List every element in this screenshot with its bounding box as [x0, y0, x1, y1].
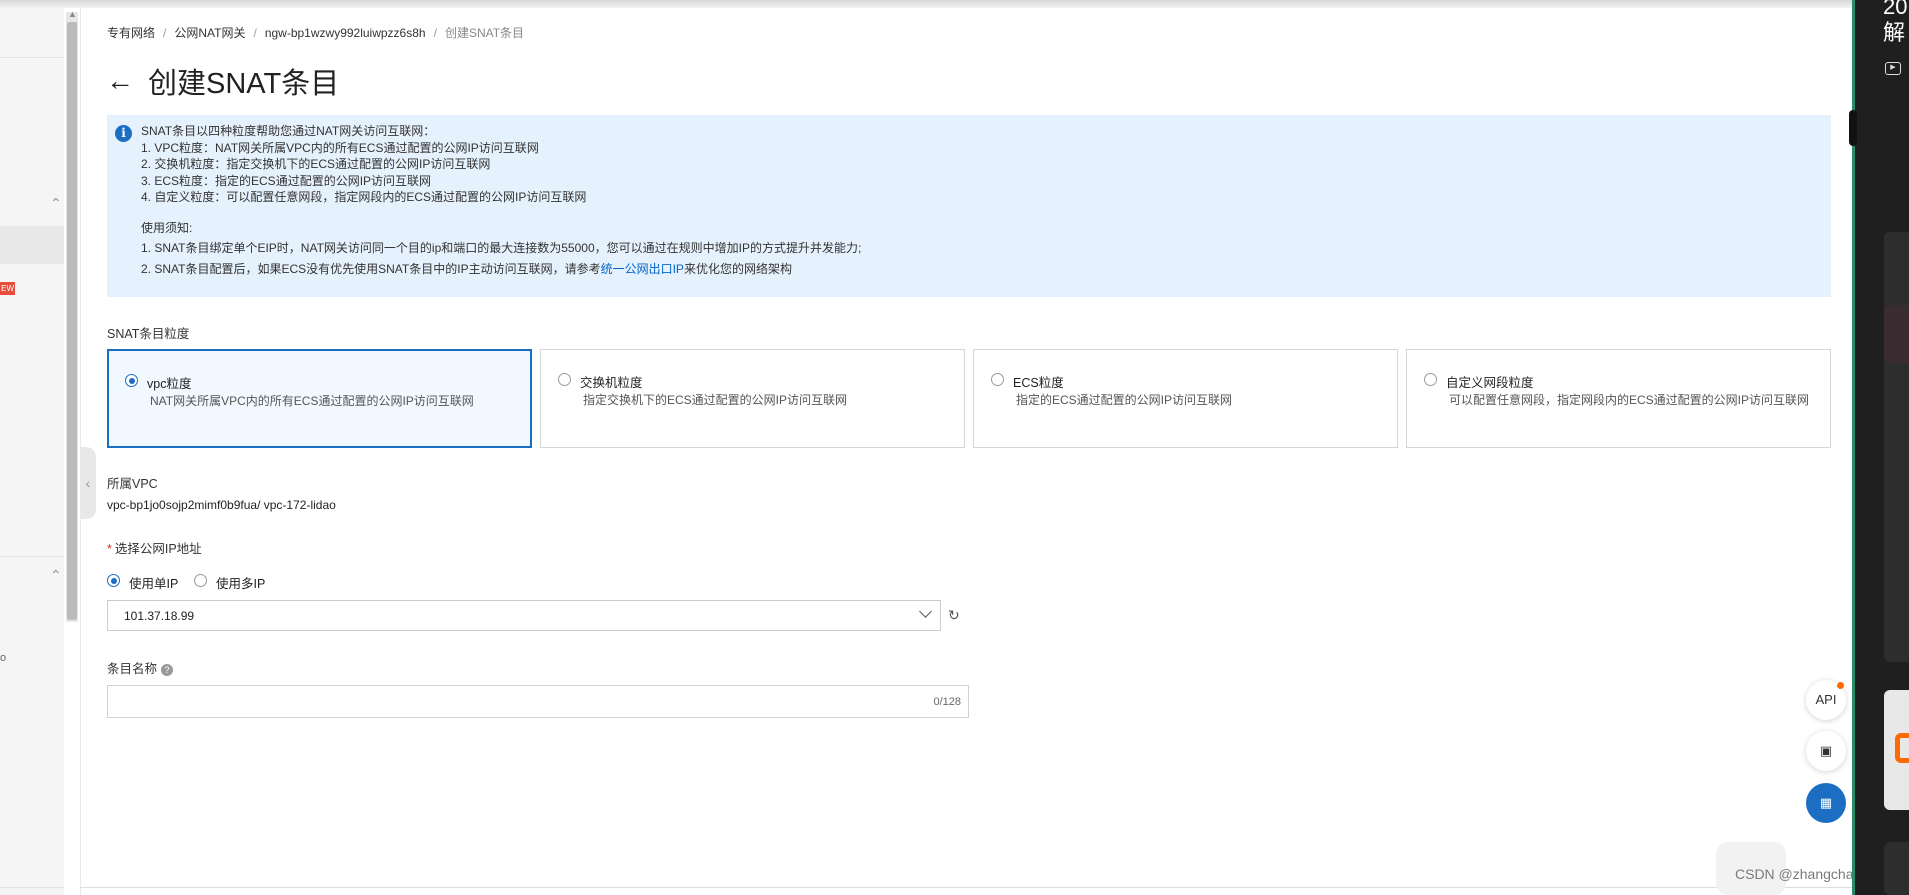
scroll-up-arrow-icon[interactable]: ▲	[68, 9, 77, 19]
notice-line-1: 1. SNAT条目绑定单个EIP时，NAT网关访问同一个目的ip和端口的最大连接…	[141, 241, 862, 255]
breadcrumb-current: 创建SNAT条目	[444, 26, 525, 40]
apps-float-button[interactable]: ▦	[1806, 783, 1846, 823]
notice-title: 使用须知:	[141, 220, 193, 235]
notice-line-2-suffix: 来优化您的网络架构	[683, 261, 792, 276]
granularity-option-vpc[interactable]: vpc粒度 NAT网关所属VPC内的所有ECS通过配置的公网IP访问互联网	[107, 349, 532, 448]
info-line: 4. 自定义粒度：可以配置任意网段，指定网段内的ECS通过配置的公网IP访问互联…	[141, 190, 587, 204]
radio-custom-cidr[interactable]	[1424, 373, 1437, 386]
radio-multi-ip[interactable]	[194, 574, 207, 587]
info-line: 2. 交换机粒度：指定交换机下的ECS通过配置的公网IP访问互联网	[141, 157, 491, 171]
entry-name-label: 条目名称?	[107, 658, 174, 677]
granularity-option-vswitch[interactable]: 交换机粒度 指定交换机下的ECS通过配置的公网IP访问互联网	[540, 349, 965, 448]
granularity-option-desc: 指定的ECS通过配置的公网IP访问互联网	[1016, 393, 1233, 407]
radio-vpc[interactable]	[125, 374, 138, 387]
vpc-value: vpc-bp1jo0sojp2mimf0b9fua/ vpc-172-lidao	[107, 498, 336, 512]
public-ip-label: * 选择公网IP地址	[107, 538, 202, 557]
entry-name-label-text: 条目名称	[107, 662, 158, 676]
sidebar-divider	[0, 57, 64, 58]
left-sidebar	[0, 8, 64, 895]
granularity-option-desc: 可以配置任意网段，指定网段内的ECS通过配置的公网IP访问互联网	[1449, 393, 1810, 407]
breadcrumb-item-gateway-id[interactable]: ngw-bp1wzwy992luiwpzz6s8h	[265, 26, 426, 40]
right-panel-handle[interactable]	[1849, 110, 1857, 146]
main-divider	[80, 8, 81, 895]
sidebar-toggle-handle[interactable]: ‹	[80, 447, 96, 519]
chevron-left-icon: ‹	[85, 475, 91, 491]
granularity-option-desc: NAT网关所属VPC内的所有ECS通过配置的公网IP访问互联网	[150, 394, 474, 408]
entry-name-input[interactable]: 0/128	[107, 685, 969, 718]
granularity-option-custom-cidr[interactable]: 自定义网段粒度 可以配置任意网段，指定网段内的ECS通过配置的公网IP访问互联网	[1406, 349, 1831, 448]
sidebar-fragment-text: o	[0, 652, 7, 664]
refresh-icon[interactable]: ↻	[948, 607, 960, 624]
public-ip-label-text: 选择公网IP地址	[114, 542, 202, 556]
page-title: 创建SNAT条目	[148, 68, 340, 100]
required-mark: *	[107, 542, 112, 556]
breadcrumb-item-vpc[interactable]: 专有网络	[107, 26, 155, 40]
chat-float-button[interactable]: ▣	[1806, 731, 1846, 771]
orange-app-icon[interactable]	[1895, 733, 1909, 763]
granularity-option-desc: 指定交换机下的ECS通过配置的公网IP访问互联网	[583, 393, 848, 407]
back-arrow-icon[interactable]: ←	[106, 67, 134, 95]
granularity-option-ecs[interactable]: ECS粒度 指定的ECS通过配置的公网IP访问互联网	[973, 349, 1398, 448]
info-line: 1. VPC粒度：NAT网关所属VPC内的所有ECS通过配置的公网IP访问互联网	[141, 140, 539, 155]
top-shadow	[0, 0, 1855, 8]
info-notice-box: SNAT条目以四种粒度帮助您通过NAT网关访问互联网： 1. VPC粒度：NAT…	[107, 115, 1831, 297]
vpc-label: 所属VPC	[107, 477, 158, 491]
granularity-option-title: ECS粒度	[1013, 376, 1064, 390]
notice-line-2-prefix: 2. SNAT条目配置后，如果ECS没有优先使用SNAT条目中的IP主动访问互联…	[141, 261, 601, 276]
granularity-option-title: 交换机粒度	[580, 376, 643, 390]
sidebar-collapse-chevron-icon[interactable]: ⌃	[50, 195, 62, 212]
chevron-down-icon	[919, 605, 932, 618]
sidebar-item-active[interactable]	[0, 226, 64, 264]
info-circle-icon: i	[115, 125, 132, 142]
sidebar-divider	[0, 887, 64, 888]
notice-line-2: 2. SNAT条目配置后，如果ECS没有优先使用SNAT条目中的IP主动访问互联…	[141, 261, 1831, 278]
radio-vswitch[interactable]	[558, 373, 571, 386]
right-panel-highlight	[1884, 305, 1909, 363]
help-question-icon[interactable]: ?	[161, 663, 174, 676]
entry-name-char-counter: 0/128	[933, 696, 961, 708]
breadcrumb-item-nat-gateway[interactable]: 公网NAT网关	[174, 26, 245, 40]
notification-dot	[1837, 682, 1844, 689]
public-ip-selected-value: 101.37.18.99	[124, 609, 195, 623]
sidebar-new-badge: EW	[0, 282, 15, 295]
multi-ip-label[interactable]: 使用多IP	[216, 573, 265, 592]
sidebar-scrollbar-thumb[interactable]	[67, 22, 77, 620]
grid-apps-icon: ▦	[1819, 795, 1833, 810]
api-label: API	[1815, 692, 1837, 707]
page-header: ← 创建SNAT条目	[106, 60, 339, 102]
public-ip-select[interactable]: 101.37.18.99	[107, 600, 941, 631]
right-panel-text: 解	[1883, 20, 1906, 45]
right-panel-text: 20	[1883, 0, 1908, 19]
info-line: SNAT条目以四种粒度帮助您通过NAT网关访问互联网：	[141, 124, 436, 138]
granularity-label: SNAT条目粒度	[107, 327, 190, 341]
granularity-option-title: vpc粒度	[147, 377, 192, 391]
radio-single-ip[interactable]	[107, 574, 120, 587]
sidebar-divider	[0, 556, 64, 557]
play-icon[interactable]: ▶	[1885, 62, 1901, 75]
sidebar-collapse-chevron-icon[interactable]: ⌃	[50, 567, 62, 584]
breadcrumb: 专有网络 / 公网NAT网关 / ngw-bp1wzwy992luiwpzz6s8h / 创…	[107, 26, 525, 40]
info-line: 3. ECS粒度：指定的ECS通过配置的公网IP访问互联网	[141, 173, 432, 188]
api-float-button[interactable]: API	[1806, 680, 1846, 720]
right-panel-card	[1884, 842, 1909, 895]
single-ip-label[interactable]: 使用单IP	[129, 573, 178, 592]
radio-ecs[interactable]	[991, 373, 1004, 386]
granularity-option-title: 自定义网段粒度	[1446, 376, 1534, 390]
bottom-border	[80, 887, 1855, 888]
chat-bubble-icon: ▣	[1819, 743, 1833, 758]
right-panel-card	[1884, 232, 1909, 662]
unified-public-egress-ip-link[interactable]: 统一公网出口IP	[601, 262, 684, 276]
